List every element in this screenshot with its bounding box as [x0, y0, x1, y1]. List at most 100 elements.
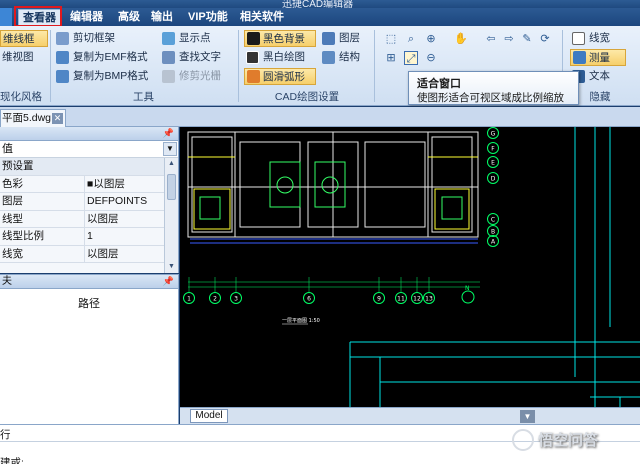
black-background-label: 黑色背景 [263, 33, 305, 45]
chevron-down-icon[interactable]: ▼ [163, 142, 177, 156]
zoom-window-icon[interactable]: ⬚ [384, 32, 398, 46]
scroll-up-icon[interactable]: ▲ [165, 158, 178, 170]
copy-emf-icon [56, 51, 69, 64]
property-value[interactable]: 以图层 [84, 210, 164, 228]
menu-vip[interactable]: VIP功能 [188, 8, 228, 26]
property-value[interactable]: 以图层 [84, 245, 164, 263]
pin-icon[interactable]: 📌 [163, 127, 174, 140]
fit-window-tooltip: 适合窗口 使图形适合可视区域成比例缩放 [408, 71, 579, 105]
watermark-text: 悟空问答 [538, 432, 599, 449]
3d-view-button[interactable]: 维视图 [0, 49, 34, 66]
hide-group-label: 隐藏 [589, 91, 611, 103]
axis-bubbles-right: G FE D CBA [487, 127, 499, 247]
wireframe-label: 维线框 [3, 33, 35, 45]
axis-bubble-label: C [491, 217, 495, 224]
ribbon-separator [238, 30, 239, 102]
application-menu-button[interactable] [0, 8, 12, 26]
document-tab[interactable]: 平面5.dwg ✕ [0, 109, 66, 127]
refresh-icon[interactable]: ⟳ [538, 32, 552, 46]
smooth-arc-button[interactable]: 圆滑弧形 [244, 68, 316, 85]
property-row[interactable]: 图层 DEFPOINTS [0, 193, 164, 211]
scroll-down-icon[interactable]: ▼ [165, 261, 178, 273]
scroll-thumb[interactable] [167, 174, 176, 200]
properties-selector-value: 值 [2, 143, 13, 155]
property-row[interactable]: 色彩 ■以图层 [0, 175, 164, 193]
property-row[interactable]: 线型 以图层 [0, 210, 164, 228]
measure-icon [573, 51, 586, 64]
layers-icon [322, 32, 335, 45]
pin-icon[interactable]: 📌 [163, 275, 174, 288]
property-row[interactable]: 线型比例 1 [0, 228, 164, 246]
copy-emf-button[interactable]: 复制为EMF格式 [56, 49, 148, 66]
menu-editor[interactable]: 编辑器 [70, 8, 103, 26]
drawing-canvas[interactable]: 一层平面图 1:50 N 1 2 3 6 9 11 12 13 GFEDCBA [180, 127, 640, 407]
pan-hand-icon[interactable]: ✋ [454, 32, 468, 46]
edit-icon[interactable]: ✎ [520, 32, 534, 46]
watermark-logo: 悟空问答 [512, 429, 598, 451]
axis-bubble-label: 1 [187, 296, 191, 303]
measure-button[interactable]: 测量 [570, 49, 626, 66]
show-points-button[interactable]: 显示点 [162, 30, 211, 47]
trim-raster-button[interactable]: 修剪光栅 [162, 68, 221, 85]
line-width-button[interactable]: 线宽 [572, 30, 610, 47]
property-value[interactable]: ■以图层 [84, 175, 164, 193]
black-background-icon [247, 32, 260, 45]
cut-frame-icon [56, 32, 69, 45]
trim-raster-label: 修剪光栅 [179, 70, 221, 82]
command-prompt: 建或: [0, 457, 24, 464]
watermark-logo-icon [512, 429, 534, 451]
arrow-right-icon[interactable]: ⇨ [502, 32, 516, 46]
zoom-in-icon[interactable]: ⊕ [424, 32, 438, 46]
style-group-label: 现化风格 [0, 91, 42, 103]
layers-button[interactable]: 图层 [322, 30, 360, 47]
properties-selector[interactable]: 值 ▼ [0, 141, 178, 158]
measure-label: 测量 [589, 52, 610, 64]
axis-bubble-label: D [491, 176, 496, 183]
axis-bubble-label: 6 [307, 296, 311, 303]
menu-related-software[interactable]: 相关软件 [240, 8, 284, 26]
property-key: 线型比例 [2, 230, 44, 242]
zoom-out-icon[interactable]: ⊖ [424, 51, 438, 65]
model-tab[interactable]: Model [190, 409, 228, 423]
title-bar: 迅捷CAD编辑器 [0, 0, 640, 10]
black-white-icon [246, 51, 259, 64]
black-background-button[interactable]: 黑色背景 [244, 30, 316, 47]
cut-frame-button[interactable]: 剪切框架 [56, 30, 115, 47]
chevron-down-icon[interactable]: ▼ [520, 410, 535, 423]
find-text-button[interactable]: 查找文字 [162, 49, 221, 66]
axis-bubble-label: E [491, 160, 495, 167]
arrow-left-icon[interactable]: ⇦ [484, 32, 498, 46]
close-icon[interactable]: ✕ [52, 113, 63, 124]
wireframe-button[interactable]: 维线框 [0, 30, 48, 47]
command-history: 行 [0, 429, 11, 441]
line-width-label: 线宽 [589, 32, 610, 44]
ribbon-separator [374, 30, 375, 102]
property-value[interactable]: 1 [84, 228, 164, 245]
axis-bubble-label: 12 [413, 296, 421, 303]
property-row[interactable]: 线宽 以图层 [0, 245, 164, 263]
text-label: 文本 [589, 70, 610, 82]
svg-text:N: N [465, 285, 470, 292]
property-value[interactable]: DEFPOINTS [84, 193, 164, 210]
menu-advanced[interactable]: 高级 [118, 8, 140, 26]
structure-label: 结构 [339, 51, 360, 63]
copy-bmp-label: 复制为BMP格式 [73, 70, 149, 82]
menu-output[interactable]: 输出 [151, 8, 173, 26]
cut-frame-label: 剪切框架 [73, 32, 115, 44]
property-section[interactable]: 预设置 [0, 158, 164, 176]
black-white-drawing-button[interactable]: 黑白绘图 [246, 49, 305, 66]
black-white-label: 黑白绘图 [263, 51, 305, 63]
properties-scrollbar[interactable]: ▲ ▼ [164, 158, 178, 273]
structure-button[interactable]: 结构 [322, 49, 360, 66]
zoom-extents-icon[interactable]: ⊞ [384, 51, 398, 65]
north-arrow-icon [461, 290, 475, 304]
zoom-realtime-icon[interactable]: ⌕ [404, 32, 418, 46]
find-text-icon [162, 51, 175, 64]
tooltip-title: 适合窗口 [417, 78, 461, 90]
document-tab-label: 平面5.dwg [2, 112, 52, 124]
fit-window-icon[interactable]: ⤢ [404, 51, 418, 65]
smooth-arc-label: 圆滑弧形 [263, 71, 305, 83]
trim-raster-icon [162, 70, 175, 83]
path-column-header: 路径 [78, 298, 100, 310]
copy-bmp-button[interactable]: 复制为BMP格式 [56, 68, 148, 85]
